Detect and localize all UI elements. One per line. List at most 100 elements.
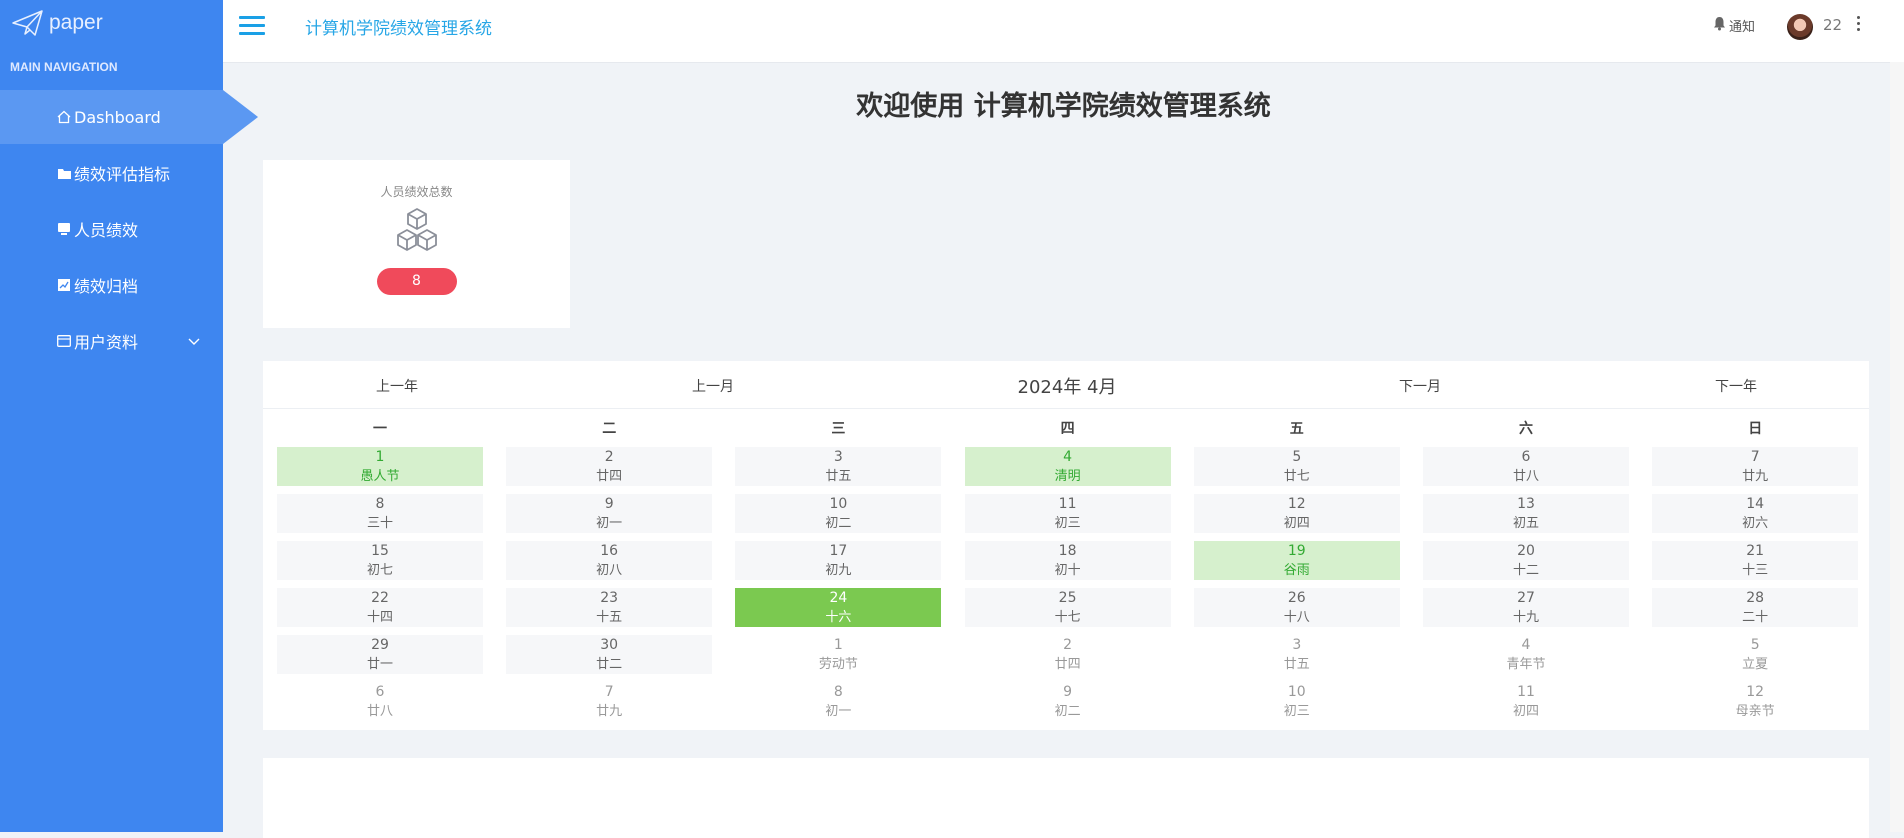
calendar-day[interactable]: 4 清明: [964, 447, 1171, 486]
calendar-day[interactable]: 5 立夏: [1652, 635, 1858, 674]
calendar-day[interactable]: 17 初九: [735, 541, 942, 580]
calendar-day[interactable]: 20 十二: [1423, 541, 1629, 580]
calendar-day[interactable]: 24 十六: [735, 588, 942, 627]
day-lunar-label: 劳动节: [818, 657, 858, 672]
calendar-day[interactable]: 23 十五: [506, 588, 713, 627]
calendar-day[interactable]: 8 三十: [277, 494, 483, 533]
day-lunar-label: 廿一: [366, 657, 393, 672]
day-number: 18: [1058, 543, 1077, 559]
calendar-day[interactable]: 3 廿五: [1194, 635, 1400, 674]
day-number: 24: [829, 590, 848, 606]
avatar[interactable]: [1787, 14, 1813, 40]
sidebar-item-staff-performance[interactable]: 人员绩效: [0, 202, 223, 256]
day-lunar-label: 十七: [1054, 610, 1081, 625]
sidebar: paper MAIN NAVIGATION Dashboard 绩效评估指标 人…: [0, 0, 258, 832]
day-lunar-label: 青年节: [1506, 657, 1546, 672]
day-lunar-label: 初六: [1742, 516, 1769, 531]
next-month-button[interactable]: 下一月: [1399, 376, 1441, 396]
day-number: 23: [600, 590, 619, 606]
calendar-day[interactable]: 16 初八: [506, 541, 713, 580]
weekday-header: 二: [602, 421, 617, 437]
calendar-day[interactable]: 13 初五: [1423, 494, 1629, 533]
calendar-day[interactable]: 2 廿四: [965, 635, 1171, 674]
calendar-day[interactable]: 15 初七: [277, 541, 483, 580]
chevron-down-icon[interactable]: [187, 332, 201, 351]
bell-icon: [1713, 16, 1726, 35]
prev-year-button[interactable]: 上一年: [376, 376, 418, 396]
logo[interactable]: paper: [11, 8, 103, 38]
day-lunar-label: 初二: [825, 516, 852, 531]
more-options-icon[interactable]: [1854, 16, 1862, 36]
page-scrollbar[interactable]: [1890, 62, 1904, 832]
calendar-day[interactable]: 26 十八: [1193, 588, 1400, 627]
day-number: 2: [1063, 637, 1073, 653]
calendar-day[interactable]: 30 廿二: [506, 635, 713, 674]
day-number: 12: [1746, 684, 1765, 700]
calendar-day[interactable]: 25 十七: [964, 588, 1171, 627]
calendar-day[interactable]: 6 廿八: [1423, 447, 1629, 486]
day-lunar-label: 廿五: [1283, 657, 1310, 672]
calendar-day[interactable]: 4 青年节: [1423, 635, 1629, 674]
calendar-day[interactable]: 29 廿一: [277, 635, 483, 674]
calendar-day[interactable]: 1 愚人节: [277, 447, 483, 486]
calendar-day[interactable]: 8 初一: [735, 682, 941, 721]
calendar-day[interactable]: 1 劳动节: [735, 635, 941, 674]
calendar-day[interactable]: 2 廿四: [506, 447, 713, 486]
day-number: 14: [1746, 496, 1765, 512]
calendar-day[interactable]: 27 十九: [1423, 588, 1629, 627]
day-lunar-label: 十三: [1742, 563, 1769, 578]
calendar-day[interactable]: 9 初二: [965, 682, 1171, 721]
calendar-day[interactable]: 11 初三: [964, 494, 1171, 533]
day-number: 12: [1287, 496, 1306, 512]
calendar-day[interactable]: 18 初十: [964, 541, 1171, 580]
calendar-day[interactable]: 7 廿九: [506, 682, 712, 721]
stat-card-label: 人员绩效总数: [380, 185, 453, 199]
calendar-day[interactable]: 11 初四: [1423, 682, 1629, 721]
calendar-day[interactable]: 21 十三: [1652, 541, 1859, 580]
day-number: 7: [604, 684, 614, 700]
stat-card: 人员绩效总数 8: [263, 160, 570, 328]
calendar-day[interactable]: 12 母亲节: [1652, 682, 1858, 721]
next-year-button[interactable]: 下一年: [1715, 376, 1757, 396]
sidebar-item-kpi[interactable]: 绩效评估指标: [0, 146, 223, 200]
calendar-day[interactable]: 9 初一: [506, 494, 713, 533]
calendar-day[interactable]: 6 廿八: [277, 682, 483, 721]
calendar-day[interactable]: 10 初二: [735, 494, 942, 533]
system-title: 计算机学院绩效管理系统: [305, 19, 492, 39]
calendar-day[interactable]: 14 初六: [1652, 494, 1859, 533]
nav-section-title: MAIN NAVIGATION: [10, 60, 118, 74]
menu-toggle-icon[interactable]: [239, 16, 265, 38]
home-icon: [56, 109, 72, 125]
top-header: 计算机学院绩效管理系统 通知 22: [223, 0, 1904, 63]
day-lunar-label: 初八: [596, 563, 623, 578]
day-lunar-label: 二十: [1742, 610, 1769, 625]
weekday-header: 六: [1519, 421, 1533, 437]
day-number: 25: [1058, 590, 1077, 606]
day-number: 3: [833, 449, 843, 465]
calendar-month-label: 2024年 4月: [1017, 377, 1117, 398]
username[interactable]: 22: [1823, 16, 1842, 34]
notification-button[interactable]: 通知: [1713, 16, 1755, 35]
day-lunar-label: 三十: [366, 516, 393, 531]
sidebar-item-dashboard[interactable]: Dashboard: [0, 90, 258, 144]
sidebar-item-archive[interactable]: 绩效归档: [0, 258, 223, 312]
calendar-day[interactable]: 19 谷雨: [1193, 541, 1400, 580]
sidebar-item-user-profile[interactable]: 用户资料: [0, 314, 223, 368]
calendar-day[interactable]: 7 廿九: [1652, 447, 1859, 486]
calendar-day[interactable]: 5 廿七: [1193, 447, 1400, 486]
prev-month-button[interactable]: 上一月: [692, 376, 734, 396]
day-lunar-label: 初九: [825, 563, 852, 578]
calendar-day[interactable]: 12 初四: [1193, 494, 1400, 533]
calendar-day[interactable]: 10 初三: [1194, 682, 1400, 721]
calendar-day[interactable]: 22 十四: [277, 588, 483, 627]
calendar-weekdays: 一二三四五六日: [263, 411, 1869, 441]
day-number: 22: [371, 590, 389, 606]
day-lunar-label: 十八: [1283, 610, 1310, 625]
day-lunar-label: 十二: [1512, 563, 1539, 578]
day-number: 20: [1517, 543, 1535, 559]
day-lunar-label: 十四: [366, 610, 393, 625]
day-lunar-label: 廿四: [1054, 657, 1081, 672]
calendar-day[interactable]: 3 廿五: [735, 447, 942, 486]
day-lunar-label: 初十: [1054, 563, 1081, 578]
calendar-day[interactable]: 28 二十: [1652, 588, 1859, 627]
